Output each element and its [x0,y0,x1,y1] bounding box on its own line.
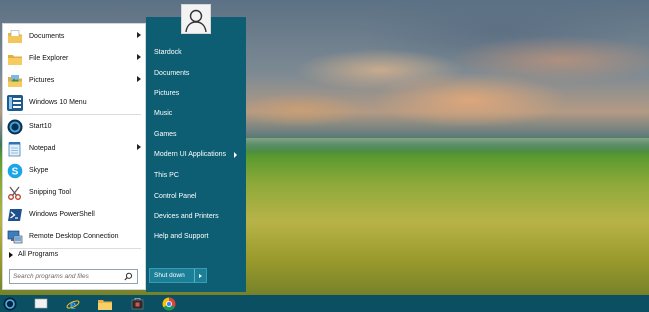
right-item-this-pc[interactable]: This PC [154,172,179,179]
menu-item-start10[interactable]: Start10 [7,116,143,137]
chevron-right-icon [199,273,202,278]
horizon-haze [245,138,649,152]
menu-item-label: Snipping Tool [29,189,71,196]
all-programs-button[interactable]: All Programs [9,251,58,258]
menu-item-label: Windows PowerShell [29,211,95,218]
right-item-games[interactable]: Games [154,131,177,138]
submenu-arrow-icon [137,144,141,150]
menu-item-windows-10-menu[interactable]: Windows 10 Menu [7,92,143,113]
right-item-documents[interactable]: Documents [154,70,189,77]
store-icon [131,298,143,310]
chevron-right-icon [9,251,13,258]
right-item-stardock[interactable]: Stardock [154,49,182,56]
search-input[interactable]: Search programs and files [9,269,138,284]
menu-divider [9,114,141,115]
folder-icon [7,51,23,67]
menu-item-label: Notepad [29,145,56,152]
menu-item-label: Windows 10 Menu [29,99,87,106]
shutdown-label: Shut down [154,272,185,279]
submenu-arrow-icon [137,32,141,38]
submenu-arrow-icon [137,76,141,82]
task-view-button[interactable] [28,295,54,312]
start10-icon [7,119,23,135]
menu-item-documents[interactable]: Documents [7,26,143,47]
file-explorer-button[interactable] [92,295,118,312]
submenu-arrow-icon [234,152,237,158]
right-item-music[interactable]: Music [154,110,172,117]
svg-text:S: S [12,166,19,177]
user-avatar[interactable] [181,4,211,34]
internet-explorer-icon: e [66,298,80,311]
search-icon [124,272,133,283]
remote-desktop-icon [7,229,23,245]
shutdown-button[interactable]: Shut down [149,268,207,283]
menu-item-label: Skype [29,167,49,174]
all-programs-label: All Programs [18,251,59,258]
right-item-control-panel[interactable]: Control Panel [154,193,196,200]
menu-item-remote-desktop-connection[interactable]: Remote Desktop Connection [7,226,143,247]
submenu-arrow-icon [137,54,141,60]
menu-item-windows-powershell[interactable]: Windows PowerShell [7,204,143,225]
chrome-icon [162,297,176,310]
windows-menu-icon [7,94,23,111]
internet-explorer-button[interactable]: e [60,295,86,312]
file-explorer-icon [98,299,112,310]
right-item-pictures[interactable]: Pictures [154,90,179,97]
menu-item-label: Pictures [29,77,55,84]
menu-item-label: Remote Desktop Connection [29,233,119,240]
menu-item-pictures[interactable]: Pictures [7,70,143,91]
menu-item-snipping-tool[interactable]: Snipping Tool [7,182,143,203]
start-menu-left-pane: Documents File Explorer Pictures Windows… [2,23,146,290]
user-silhouette-icon [185,9,207,33]
svg-text:e: e [70,298,76,311]
menu-item-label: Documents [29,33,65,40]
menu-item-notepad[interactable]: Notepad [7,138,143,159]
menu-divider [9,248,141,249]
right-item-help-and-support[interactable]: Help and Support [154,233,208,240]
folder-pictures-icon [7,73,23,89]
task-view-icon [34,298,48,309]
store-button[interactable] [124,295,150,312]
folder-documents-icon [7,29,23,45]
search-placeholder: Search programs and files [13,273,89,280]
menu-item-file-explorer[interactable]: File Explorer [7,48,143,69]
menu-item-label: Start10 [29,123,52,130]
start-orb-button[interactable] [0,295,23,312]
menu-item-skype[interactable]: S Skype [7,160,143,181]
menu-item-label: File Explorer [29,55,69,62]
scissors-icon [7,185,23,201]
chrome-button[interactable] [156,295,182,312]
right-item-modern-ui-applications[interactable]: Modern UI Applications [154,151,226,158]
right-item-devices-and-printers[interactable]: Devices and Printers [154,213,219,220]
shutdown-options-button[interactable] [194,269,206,282]
skype-icon: S [7,163,23,179]
taskbar: e [0,295,649,312]
notepad-icon [7,141,23,157]
powershell-icon [7,207,23,223]
start-orb-icon [3,297,17,310]
